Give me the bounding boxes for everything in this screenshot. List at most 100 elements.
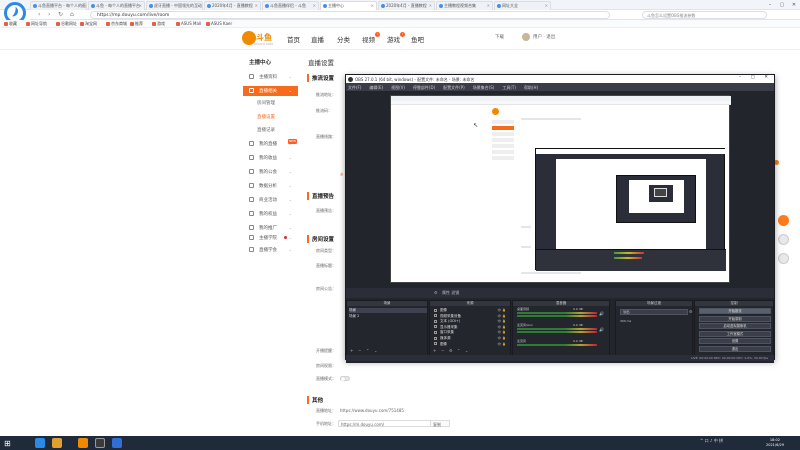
obs-menu-item[interactable]: 视图(V) — [391, 85, 405, 90]
taskbar-clock[interactable]: 18:02 2021/6/29 — [766, 438, 784, 447]
obs-taskbar-icon[interactable] — [95, 438, 105, 448]
sidebar-item[interactable]: 我的权益 ⌄ — [243, 209, 298, 219]
tab-close-icon[interactable]: ✕ — [81, 3, 84, 8]
bookmark-item[interactable]: ASUS Mall — [176, 21, 201, 26]
bookmark-item[interactable]: 游戏 — [152, 21, 165, 27]
room-mode-toggle[interactable] — [340, 376, 350, 381]
transition-select[interactable]: 淡出 — [620, 309, 688, 315]
visibility-lock-icon[interactable]: 👁 🔒 — [498, 330, 507, 334]
home-icon[interactable]: ⌂ — [70, 11, 74, 18]
obs-menu-item[interactable]: 工具(T) — [502, 85, 516, 90]
header-download-link[interactable]: 下载 — [495, 34, 504, 40]
refresh-icon[interactable]: ↻ — [58, 11, 63, 18]
copy-button[interactable]: 复制 — [430, 420, 450, 427]
system-tray[interactable]: ^ 口 ♪ 中 拼 — [700, 438, 723, 444]
obs-menu-item[interactable]: 停靠部件(D) — [413, 85, 435, 90]
browser-search-input[interactable]: 斗鱼怎么设置OBS推流参数 — [642, 11, 767, 19]
settings-icon[interactable]: ⚙ — [449, 348, 453, 353]
sidebar-item[interactable]: 商业活动 ⌄ — [243, 195, 298, 205]
obs-menu-item[interactable]: 编辑(E) — [369, 85, 383, 90]
nav-game[interactable]: 游戏! — [387, 32, 405, 44]
source-item[interactable]: 媒体源 — [434, 336, 451, 341]
obs-window-controls[interactable]: – ▢ ✕ — [739, 75, 772, 80]
scene-item[interactable]: 场景 — [349, 308, 427, 313]
move-up-icon[interactable]: ⌃ — [457, 348, 460, 353]
nav-home[interactable]: 首页 — [287, 34, 300, 44]
browser-tab[interactable]: 虎牙直播 - 中国领先的互动直播平台✕ — [146, 1, 203, 10]
obs-control-button[interactable]: 开始录制 — [699, 315, 771, 322]
float-button-3[interactable] — [778, 253, 789, 264]
obs-control-button[interactable]: 开始推流 — [699, 308, 771, 314]
speaker-icon[interactable]: 🔊 — [599, 327, 604, 332]
obs-menu-item[interactable]: 配置文件(P) — [443, 85, 465, 90]
tab-close-icon[interactable]: ✕ — [139, 3, 142, 8]
nav-video[interactable]: 视频! — [362, 32, 380, 44]
gear-icon[interactable]: ⚙ — [434, 290, 438, 295]
obs-control-button[interactable]: 设置 — [699, 338, 771, 344]
feedback-button[interactable] — [778, 215, 789, 226]
bookmark-item[interactable]: 谷歌网址 — [56, 21, 77, 27]
remove-scene-icon[interactable]: − — [358, 348, 361, 353]
maximize-icon[interactable]: ▢ — [776, 0, 788, 10]
back-icon[interactable]: ‹ — [38, 11, 40, 18]
obs-menu-item[interactable]: 文件(F) — [348, 85, 361, 90]
obs-menu-item[interactable]: 帮助(H) — [524, 85, 538, 90]
bookmark-item[interactable]: 网址导航 — [26, 21, 47, 27]
visibility-lock-icon[interactable]: 👁 🔒 — [498, 308, 507, 312]
mobile-url-field[interactable]: https://m.douyu.com/ — [338, 420, 438, 427]
sidebar-item[interactable]: 我的收益 ⌄ — [243, 153, 298, 163]
tab-close-icon[interactable]: ✕ — [313, 3, 316, 8]
bookmark-item[interactable]: 淘宝网 — [80, 21, 97, 27]
visibility-lock-icon[interactable]: 👁 🔒 — [498, 325, 507, 329]
move-down-icon[interactable]: ⌄ — [374, 348, 377, 353]
avatar[interactable] — [522, 33, 530, 41]
sidebar-item[interactable]: 直播相关 ⌄ — [243, 86, 298, 96]
browser-tab[interactable]: 斗鱼 - 每个人的直播平台 ✕ — [88, 1, 145, 10]
bookmark-item[interactable]: 推荐 — [130, 21, 143, 27]
remove-source-icon[interactable]: − — [441, 348, 444, 353]
visibility-lock-icon[interactable]: 👁 🔒 — [498, 319, 507, 323]
source-item[interactable]: 窗口采集 — [434, 330, 454, 335]
add-source-icon[interactable]: + — [433, 348, 436, 353]
app-taskbar-icon[interactable] — [112, 438, 122, 448]
sidebar-item[interactable]: 直播学会 ⌄ — [243, 245, 298, 255]
browser-tab[interactable]: 2020年4月 - 直播教程 ✕ — [378, 1, 435, 10]
tab-close-icon[interactable]: ✕ — [487, 3, 490, 8]
douyu-logo[interactable]: 斗鱼 DOUYU.COM — [242, 31, 274, 47]
visibility-lock-icon[interactable]: 👁 🔒 — [498, 314, 507, 318]
folder-taskbar-icon[interactable] — [52, 438, 62, 448]
obs-window[interactable]: OBS 27.0.1 (64 bit, windows) - 配置文件: 未命名… — [345, 74, 775, 363]
start-icon[interactable]: ⊞ — [4, 439, 11, 448]
browser-tab[interactable]: 主播教程视频合集 ✕ — [436, 1, 493, 10]
tab-close-icon[interactable]: ✕ — [545, 3, 548, 8]
speaker-icon[interactable]: 🔊 — [599, 311, 604, 316]
obs-control-button[interactable]: 退出 — [699, 345, 771, 352]
sidebar-item[interactable]: 主播资料 ⌄ — [243, 72, 298, 82]
header-user-name[interactable]: 用户 · 退出 — [533, 34, 555, 40]
properties-filters-tabs[interactable]: 属性 滤镜 — [442, 290, 459, 296]
source-item[interactable]: 文本 (GDI+) — [434, 319, 460, 324]
source-item[interactable]: 图像 — [434, 342, 447, 347]
bookmark-item[interactable]: 京东商城 — [106, 21, 127, 27]
gear-icon[interactable]: ⚙ — [689, 309, 693, 314]
nav-fishbar[interactable]: 鱼吧 — [411, 34, 424, 44]
move-down-icon[interactable]: ⌄ — [465, 348, 468, 353]
bookmark-item[interactable]: ASUS Kaer — [206, 21, 232, 26]
nav-category[interactable]: 分类 — [337, 34, 350, 44]
browser-tab[interactable]: 2020年4月 - 直播教程 ✕ — [204, 1, 261, 10]
tab-close-icon[interactable]: ✕ — [255, 3, 258, 8]
float-button-2[interactable] — [778, 234, 789, 245]
add-scene-icon[interactable]: + — [350, 348, 353, 353]
obs-menu-item[interactable]: 场景集合(S) — [473, 85, 495, 90]
obs-control-button[interactable]: 启动虚拟摄像机 — [699, 323, 771, 329]
browser-tab[interactable]: 网址大全 ✕ — [494, 1, 551, 10]
sidebar-item[interactable]: 主播学院 ⌄ — [243, 233, 298, 243]
tab-close-icon[interactable]: ✕ — [197, 3, 200, 8]
sidebar-subitem[interactable]: 房间管理 — [257, 100, 275, 106]
source-item[interactable]: 视频采集设备 — [434, 314, 461, 319]
bookmark-item[interactable]: 收藏 — [4, 21, 17, 27]
scene-item[interactable]: 场景 2 — [349, 314, 359, 319]
browser-tab[interactable]: 斗鱼直播伴侣 - 斗鱼 ✕ — [262, 1, 319, 10]
minimize-icon[interactable]: – — [764, 0, 776, 10]
sidebar-item[interactable]: 我的公会 ⌄ — [243, 167, 298, 177]
